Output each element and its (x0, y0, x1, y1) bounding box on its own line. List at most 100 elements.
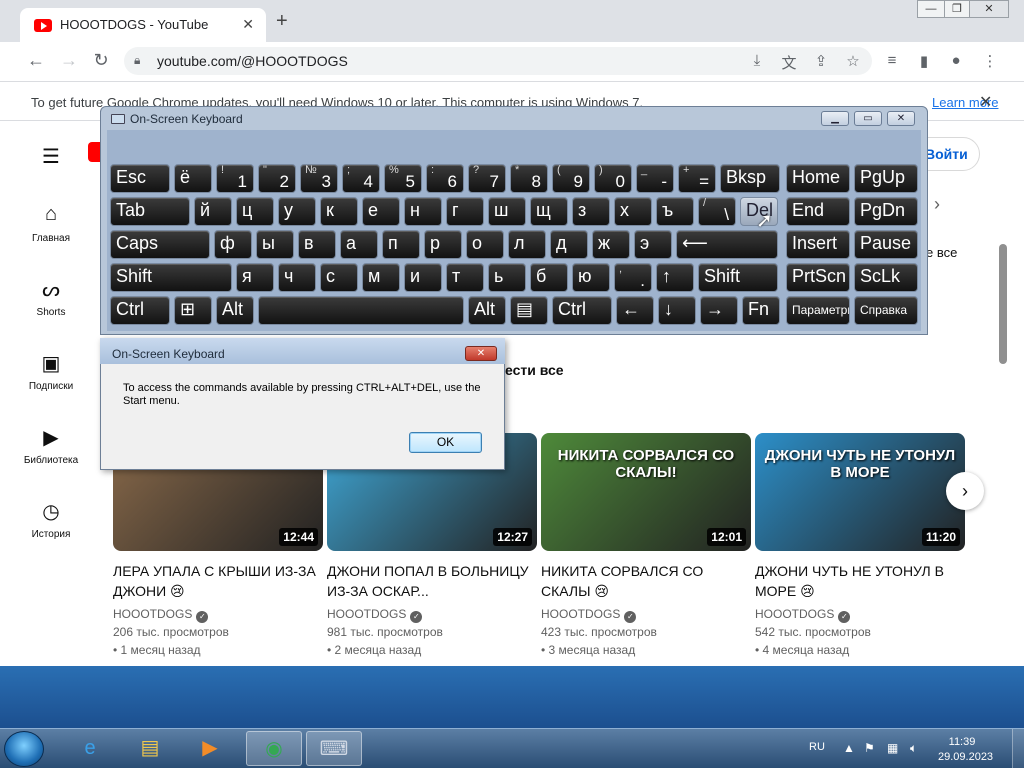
osk-key[interactable]: ъ (656, 197, 694, 226)
osk-key[interactable]: м (362, 263, 400, 292)
osk-key[interactable]: я (236, 263, 274, 292)
osk-key[interactable]: н (404, 197, 442, 226)
osk-key[interactable]: т (446, 263, 484, 292)
osk-key[interactable]: ⟵ (676, 230, 778, 259)
osk-key[interactable]: ё (174, 164, 212, 193)
osk-key[interactable]: PgDn (854, 197, 918, 226)
osk-key[interactable]: ш (488, 197, 526, 226)
osk-key[interactable]: ц (236, 197, 274, 226)
osk-key[interactable]: / \ (698, 197, 736, 226)
tab-youtube[interactable]: HOOOTDOGS - YouTube ✕ (20, 8, 266, 42)
osk-key[interactable]: ↑ (656, 263, 694, 292)
language-indicator[interactable]: RU (809, 741, 825, 753)
osk-close-button[interactable]: ✕ (887, 111, 915, 126)
osk-key[interactable]: ▤ (510, 296, 548, 325)
osk-key[interactable]: Shift (698, 263, 778, 292)
clock[interactable]: 11:39 29.09.2023 (938, 735, 993, 765)
channel-name[interactable]: HOOOTDOGS (755, 607, 834, 621)
menu-icon[interactable]: ⋮ (980, 52, 1000, 70)
chrome-icon[interactable]: ◉ (246, 731, 302, 766)
tray-arrow-icon[interactable]: ▲ (843, 741, 855, 755)
media-queue-icon[interactable]: ≡ (882, 52, 902, 69)
osk-key[interactable]: Справка (854, 296, 918, 325)
video-card[interactable]: ДЖОНИ ЧУТЬ НЕ УТОНУЛ В МОРЕ 11:20 ДЖОНИ ЧУ… (755, 433, 965, 659)
osk-key[interactable]: в (298, 230, 336, 259)
osk-key[interactable]: ? 7 (468, 164, 506, 193)
tab-close-icon[interactable]: ✕ (242, 16, 254, 33)
osk-key[interactable]: у (278, 197, 316, 226)
dialog-ok-button[interactable]: OK (409, 432, 482, 453)
video-title[interactable]: ДЖОНИ ЧУТЬ НЕ УТОНУЛ В МОРЕ 😢 (755, 561, 965, 601)
osk-key[interactable]: % 5 (384, 164, 422, 193)
osk-icon[interactable]: ⌨ (306, 731, 362, 766)
hamburger-menu-icon[interactable]: ☰ (42, 144, 60, 169)
volume-icon[interactable]: 🔈︎ (910, 741, 917, 756)
osk-key[interactable]: Pause (854, 230, 918, 259)
osk-key[interactable]: Shift (110, 263, 232, 292)
osk-key[interactable]: Ctrl (552, 296, 612, 325)
osk-key[interactable]: ↓ (658, 296, 696, 325)
play-all-section-link[interactable]: ести все (505, 362, 564, 378)
osk-key[interactable]: Alt (216, 296, 254, 325)
osk-key[interactable]: э (634, 230, 672, 259)
osk-minimize-button[interactable]: ▁ (821, 111, 849, 126)
osk-key[interactable]: :6 (426, 164, 464, 193)
osk-key[interactable]: End (786, 197, 850, 226)
sidebar-item-history[interactable]: ◷ История (14, 499, 88, 540)
osk-key[interactable]: ! 1 (216, 164, 254, 193)
osk-key[interactable]: х (614, 197, 652, 226)
url-text[interactable]: youtube.com/@HOOOTDOGS (157, 53, 348, 69)
start-button[interactable] (4, 731, 44, 767)
page-scrollbar[interactable] (999, 244, 1007, 364)
explorer-icon[interactable]: ▤ (122, 731, 178, 766)
media-player-icon[interactable]: ▶ (182, 731, 238, 766)
osk-key[interactable]: ScLk (854, 263, 918, 292)
new-tab-button[interactable]: + (276, 10, 288, 33)
infobar-close-icon[interactable]: ✕ (979, 92, 992, 112)
osk-maximize-button[interactable]: ▭ (854, 111, 882, 126)
profile-icon[interactable]: ● (946, 52, 966, 69)
close-window-button[interactable]: ✕ (969, 0, 1009, 18)
osk-key[interactable]: а (340, 230, 378, 259)
bookmark-star-icon[interactable]: ☆ (843, 52, 863, 70)
osk-key[interactable] (258, 296, 464, 325)
osk-key[interactable]: к (320, 197, 358, 226)
next-videos-button[interactable]: › (946, 472, 984, 510)
channel-name[interactable]: HOOOTDOGS (327, 607, 406, 621)
osk-key[interactable]: щ (530, 197, 568, 226)
osk-key[interactable]: ⊞ (174, 296, 212, 325)
network-icon[interactable]: ▦ (887, 741, 898, 755)
osk-key[interactable]: о (466, 230, 504, 259)
osk-key[interactable]: PgUp (854, 164, 918, 193)
osk-key[interactable]: е (362, 197, 400, 226)
play-all-link[interactable]: е все (926, 245, 957, 260)
ie-icon[interactable]: e (62, 731, 118, 766)
osk-key[interactable]: Esc (110, 164, 170, 193)
osk-key[interactable]: ; 4 (342, 164, 380, 193)
osk-key[interactable]: № 3 (300, 164, 338, 193)
osk-key[interactable]: Bksp (720, 164, 780, 193)
osk-key[interactable]: Alt (468, 296, 506, 325)
video-title[interactable]: ЛЕРА УПАЛА С КРЫШИ ИЗ-ЗА ДЖОНИ 😢 (113, 561, 323, 601)
osk-key[interactable]: " 2 (258, 164, 296, 193)
osk-key[interactable]: г (446, 197, 484, 226)
osk-key[interactable]: * 8 (510, 164, 548, 193)
forward-icon[interactable]: → (57, 50, 81, 71)
osk-key[interactable]: (9 (552, 164, 590, 193)
video-thumbnail[interactable]: ДЖОНИ ЧУТЬ НЕ УТОНУЛ В МОРЕ 11:20 (755, 433, 965, 551)
osk-key[interactable]: Параметры (786, 296, 850, 325)
osk-key[interactable]: л (508, 230, 546, 259)
osk-key[interactable]: PrtScn (786, 263, 850, 292)
video-title[interactable]: НИКИТА СОРВАЛСЯ СО СКАЛЫ 😢 (541, 561, 751, 601)
action-center-icon[interactable]: ⚑ (864, 741, 875, 755)
osk-key[interactable]: ,. (614, 263, 652, 292)
dialog-close-button[interactable]: ✕ (465, 346, 497, 361)
sidebar-item-library[interactable]: ▶ Библиотека (14, 425, 88, 466)
video-thumbnail[interactable]: НИКИТА СОРВАЛСЯ СО СКАЛЫ! 12:01 (541, 433, 751, 551)
osk-key[interactable]: ж (592, 230, 630, 259)
install-icon[interactable]: ⤓ (747, 52, 767, 69)
osk-key[interactable]: ф (214, 230, 252, 259)
osk-key[interactable]: Insert (786, 230, 850, 259)
osk-key[interactable]: Ctrl (110, 296, 170, 325)
osk-key[interactable]: и (404, 263, 442, 292)
